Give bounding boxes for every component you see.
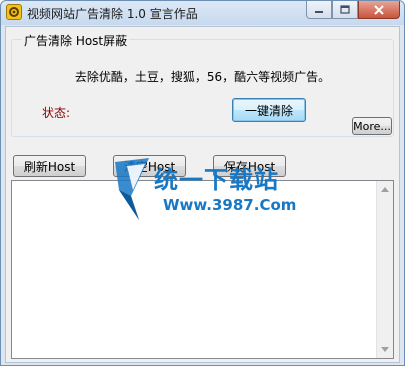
client-area: 广告清除 Host屏蔽 去除优酷，土豆，搜狐，56，酷六等视频广告。 状态: 一… (5, 26, 400, 363)
vertical-scrollbar[interactable] (376, 181, 393, 358)
description-text: 去除优酷，土豆，搜狐，56，酷六等视频广告。 (74, 70, 331, 84)
gear-icon (6, 4, 22, 20)
maximize-button[interactable] (332, 1, 358, 19)
refresh-host-button[interactable]: 刷新Host (13, 155, 86, 177)
title-bar[interactable]: 视频网站广告清除 1.0 宣言作品 (1, 1, 404, 25)
groupbox-title: 广告清除 Host屏蔽 (22, 32, 130, 49)
chevron-up-icon (381, 187, 389, 192)
app-window: 视频网站广告清除 1.0 宣言作品 广告清除 Host屏蔽 去除优酷，土豆，搜狐… (0, 0, 405, 366)
close-button[interactable] (358, 1, 400, 19)
more-button[interactable]: More... (352, 117, 392, 135)
close-icon (374, 4, 384, 15)
caption-buttons (306, 1, 400, 19)
chevron-down-icon (381, 347, 389, 352)
scroll-up-button[interactable] (377, 181, 393, 198)
save-host-button[interactable]: 保存Host (213, 155, 286, 177)
maximize-icon (340, 5, 350, 14)
host-text-area[interactable] (11, 180, 394, 359)
clear-host-button[interactable]: 清空Host (113, 155, 186, 177)
one-click-clean-button[interactable]: 一键清除 (232, 98, 306, 122)
scroll-down-button[interactable] (377, 341, 393, 358)
ad-clean-groupbox: 广告清除 Host屏蔽 去除优酷，土豆，搜狐，56，酷六等视频广告。 状态: 一… (11, 32, 394, 137)
status-label: 状态: (42, 106, 71, 120)
minimize-button[interactable] (306, 1, 332, 19)
minimize-icon (315, 10, 323, 13)
window-title: 视频网站广告清除 1.0 宣言作品 (27, 7, 198, 21)
